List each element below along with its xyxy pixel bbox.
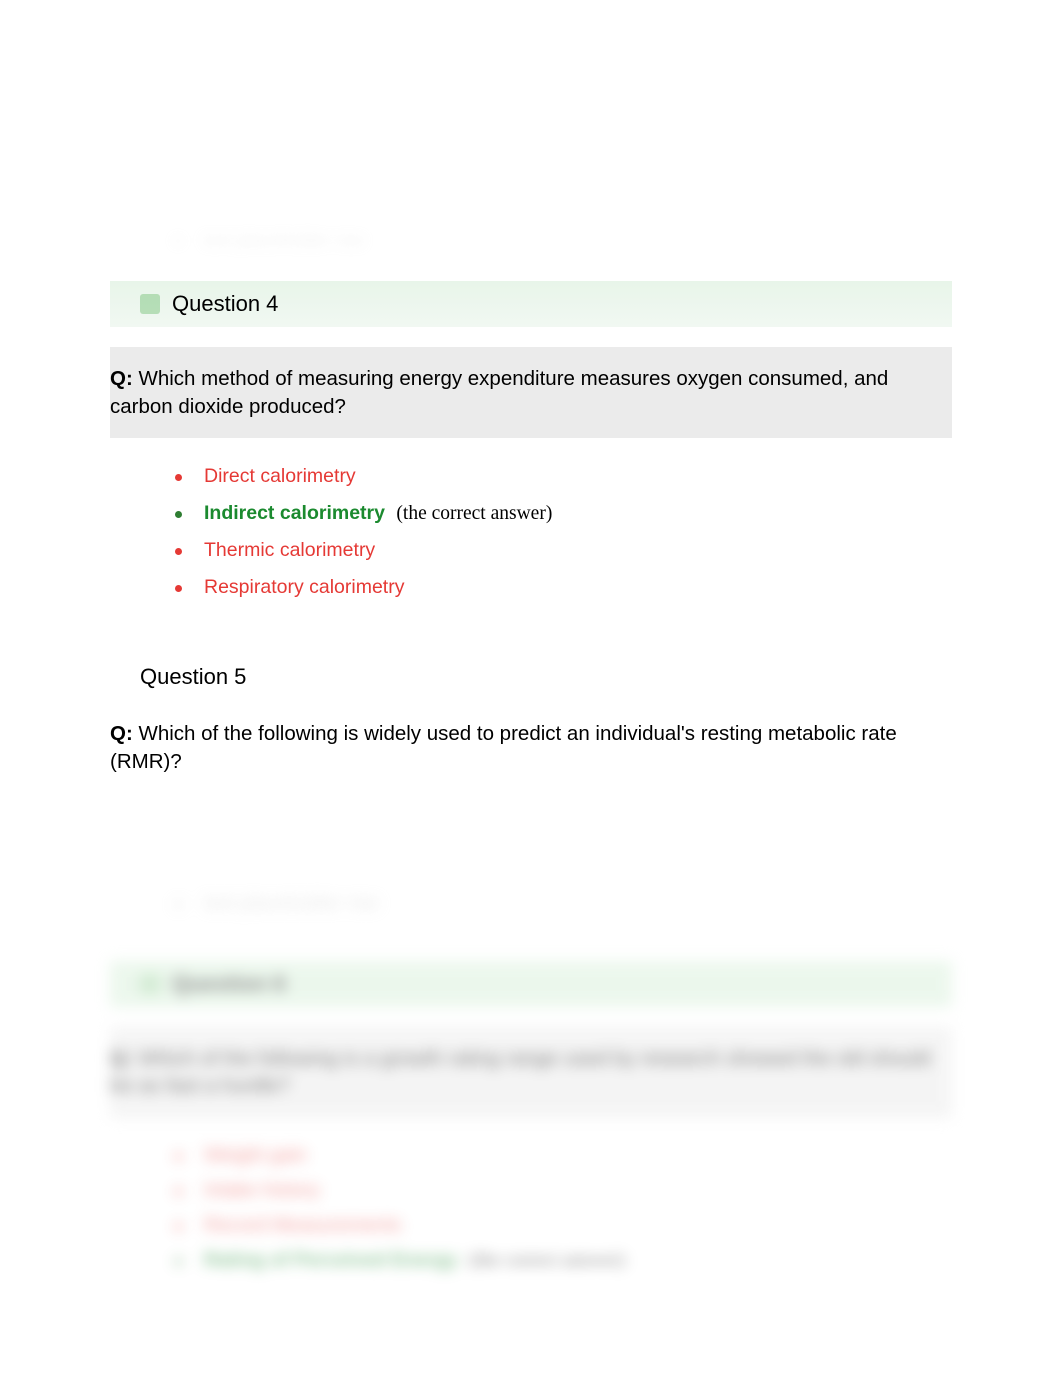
check-icon (140, 974, 160, 994)
blurred-item-label: text placeholder row (203, 230, 364, 251)
question-4-title: Question 4 (172, 291, 278, 317)
answer-label: Record Measurements (204, 1214, 401, 1237)
question-4-box: Q: Which method of measuring energy expe… (110, 347, 952, 438)
question-prefix: Q: (110, 1047, 133, 1070)
question-6-title: Question 6 (172, 971, 286, 997)
question-6-text: Which of the following is a growth ratin… (110, 1047, 930, 1098)
question-4-answers: Direct calorimetry Indirect calorimetry … (110, 458, 952, 606)
answer-option[interactable]: Rating of Perceived Energy (the correct … (175, 1243, 952, 1278)
blurred-item-label: text placeholder row (204, 892, 379, 915)
question-5-header: Question 5 (110, 654, 952, 700)
answer-option[interactable]: Weight gain (175, 1138, 952, 1173)
question-6-answers: Weight gain Intake history Record Measur… (110, 1138, 952, 1278)
answer-label: Direct calorimetry (204, 465, 356, 488)
answer-option[interactable]: Intake history (175, 1173, 952, 1208)
bullet-icon (175, 1188, 182, 1195)
bullet-icon (175, 548, 182, 555)
bullet-icon (175, 1153, 182, 1160)
bullet-icon (175, 1258, 182, 1265)
answer-option[interactable]: Thermic calorimetry (175, 532, 952, 569)
question-6-header: Question 6 (110, 961, 952, 1007)
answer-option[interactable]: Indirect calorimetry (the correct answer… (175, 495, 952, 532)
answer-label: Respiratory calorimetry (204, 576, 404, 599)
answer-label: Thermic calorimetry (204, 539, 375, 562)
question-5-box: Q: Which of the following is widely used… (110, 720, 952, 775)
answer-label: Weight gain (204, 1144, 307, 1167)
bullet-icon (175, 1223, 182, 1230)
bullet-icon (175, 585, 182, 592)
answer-label: Rating of Perceived Energy (204, 1249, 458, 1271)
answer-option[interactable]: Record Measurements (175, 1208, 952, 1243)
question-6-box: Q: Which of the following is a growth ra… (110, 1027, 952, 1118)
answer-label: Intake history (204, 1179, 320, 1202)
blurred-region-top: text placeholder row (110, 0, 952, 281)
correct-answer-note: (the correct answer) (396, 503, 552, 524)
check-icon (140, 294, 160, 314)
question-5-text: Which of the following is widely used to… (110, 722, 897, 773)
question-4-text: Which method of measuring energy expendi… (110, 367, 888, 418)
answer-option[interactable]: Respiratory calorimetry (175, 569, 952, 606)
correct-answer-note: (the correct answer) (469, 1250, 625, 1271)
bullet-icon (175, 511, 182, 518)
answer-label: Indirect calorimetry (204, 502, 385, 524)
question-prefix: Q: (110, 367, 133, 390)
question-prefix: Q: (110, 722, 133, 745)
blurred-region-bottom: text placeholder row Question 6 Q: Which… (110, 886, 952, 1278)
question-4-header: Question 4 (110, 281, 952, 327)
bullet-icon (175, 474, 182, 481)
question-5-title: Question 5 (140, 664, 246, 690)
answer-option[interactable]: Direct calorimetry (175, 458, 952, 495)
